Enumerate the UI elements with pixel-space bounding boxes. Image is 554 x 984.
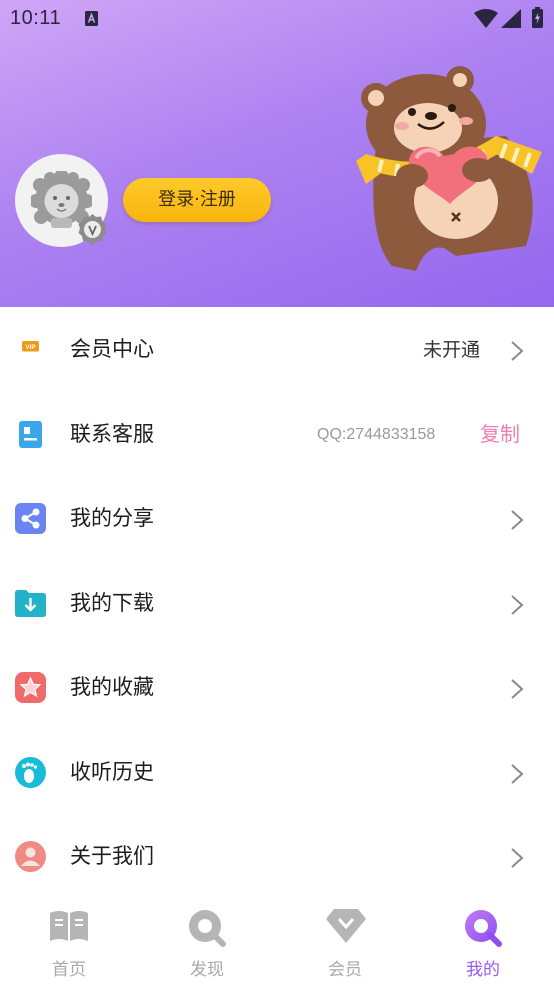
menu-item-vip-center[interactable]: VIP 会员中心 未开通 bbox=[0, 307, 554, 392]
nav-tab-discover[interactable]: 发现 bbox=[138, 898, 276, 984]
status-time: 10:11 bbox=[10, 7, 62, 29]
bear-holding-heart-illustration bbox=[356, 66, 542, 271]
nav-label-discover: 发现 bbox=[190, 960, 224, 980]
battery-charging-icon bbox=[532, 7, 543, 28]
nav-tab-vip[interactable]: 会员 bbox=[276, 898, 414, 984]
menu-item-my-share[interactable]: 我的分享 bbox=[0, 476, 554, 561]
menu-label-my-share: 我的分享 bbox=[70, 506, 154, 530]
login-register-button[interactable]: 登录·注册 bbox=[123, 178, 271, 222]
menu-item-listening-history[interactable]: 收听历史 bbox=[0, 730, 554, 815]
footprint-history-icon bbox=[15, 756, 46, 788]
menu-label-about-us: 关于我们 bbox=[70, 844, 154, 868]
menu-label-vip-center: 会员中心 bbox=[70, 337, 154, 361]
about-person-icon bbox=[15, 841, 46, 872]
nav-label-vip: 会员 bbox=[328, 960, 362, 980]
nav-tab-mine[interactable]: 我的 bbox=[414, 898, 552, 984]
signal-icon bbox=[501, 9, 521, 28]
chevron-right-icon bbox=[511, 341, 524, 361]
nav-tab-home[interactable]: 首页 bbox=[0, 898, 138, 984]
svg-text:VIP: VIP bbox=[25, 344, 36, 351]
chevron-right-icon bbox=[511, 848, 524, 868]
menu-item-customer-service[interactable]: 联系客服 QQ:2744833158 复制 bbox=[0, 392, 554, 477]
chevron-right-icon bbox=[511, 594, 524, 615]
menu-label-my-downloads: 我的下载 bbox=[70, 590, 154, 615]
menu-label-my-favorites: 我的收藏 bbox=[70, 675, 154, 699]
chevron-right-icon bbox=[511, 510, 524, 530]
diamond-icon bbox=[326, 909, 366, 943]
menu-item-my-downloads[interactable]: 我的下载 bbox=[0, 561, 554, 646]
favorite-star-icon bbox=[15, 672, 46, 703]
profile-header: 10:11 登录·注册 bbox=[0, 0, 554, 307]
nav-label-mine: 我的 bbox=[466, 960, 500, 980]
bottom-navigation: 首页 发现 会员 我的 bbox=[0, 898, 554, 984]
chevron-right-icon bbox=[511, 679, 524, 699]
qq-number-text: QQ:2744833158 bbox=[317, 425, 436, 443]
menu-label-customer-service: 联系客服 bbox=[70, 421, 154, 446]
profile-screen: 10:11 登录·注册 VIP 会员中心 未开通 联系客服 QQ:2744833… bbox=[0, 0, 554, 984]
copy-qq-link[interactable]: 复制 bbox=[480, 421, 520, 447]
vip-icon: VIP bbox=[22, 341, 39, 352]
wifi-icon bbox=[474, 9, 498, 28]
keyboard-a-icon bbox=[85, 11, 98, 26]
share-icon bbox=[15, 503, 46, 534]
menu-item-my-favorites[interactable]: 我的收藏 bbox=[0, 645, 554, 730]
nav-label-home: 首页 bbox=[52, 960, 86, 980]
menu-label-listening-history: 收听历史 bbox=[70, 759, 154, 784]
search-icon bbox=[189, 910, 226, 947]
menu-item-about-us[interactable]: 关于我们 bbox=[0, 814, 554, 899]
vip-level-badge-icon bbox=[78, 214, 107, 245]
vip-status-value: 未开通 bbox=[422, 339, 480, 361]
profile-search-icon bbox=[465, 910, 502, 947]
download-folder-icon bbox=[15, 589, 46, 617]
chevron-right-icon bbox=[511, 763, 524, 784]
status-bar: 10:11 bbox=[0, 0, 554, 38]
contact-service-icon bbox=[19, 420, 42, 448]
book-icon bbox=[50, 911, 88, 941]
menu-list: VIP 会员中心 未开通 联系客服 QQ:2744833158 复制 我的分享 bbox=[0, 307, 554, 899]
